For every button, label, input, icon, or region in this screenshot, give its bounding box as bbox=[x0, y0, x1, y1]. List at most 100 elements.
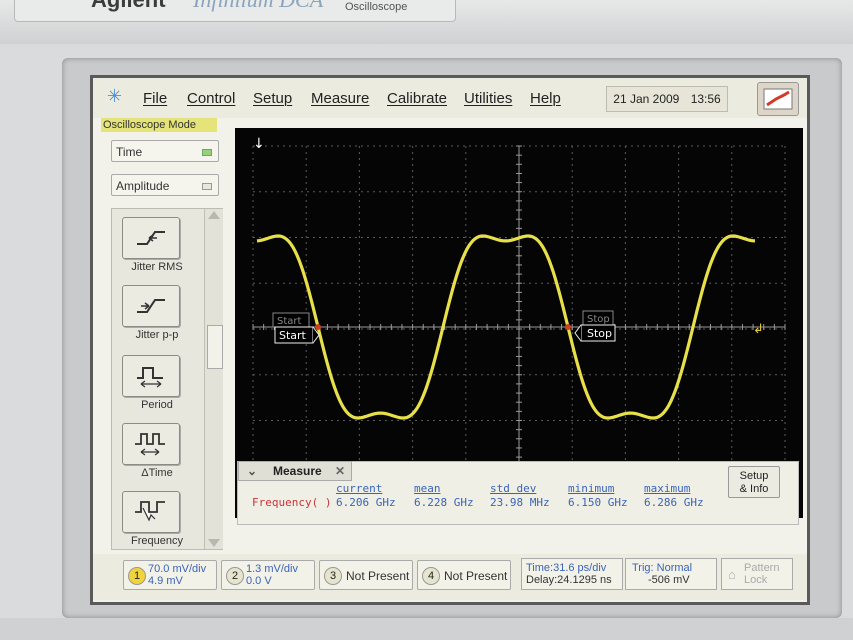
scrollbar-thumb[interactable] bbox=[207, 325, 223, 369]
setup-info-label-2: & Info bbox=[739, 483, 769, 495]
value-maximum: 6.286 GHz bbox=[644, 496, 704, 509]
date-time-display: 21 Jan 2009 13:56 bbox=[606, 86, 728, 112]
channel-2-number: 2 bbox=[226, 567, 244, 585]
timebase-delay: Delay:24.1295 ns bbox=[526, 574, 612, 586]
menu-help[interactable]: Help bbox=[530, 90, 561, 107]
start-crossing-marker bbox=[315, 324, 321, 330]
amplitude-dropdown-label: Amplitude bbox=[116, 179, 170, 193]
period-icon bbox=[137, 367, 163, 388]
frequency-icon bbox=[135, 501, 165, 522]
channel-3-number: 3 bbox=[324, 567, 342, 585]
menu-calibrate[interactable]: Calibrate bbox=[387, 90, 447, 107]
scroll-up-arrow-icon[interactable] bbox=[208, 211, 220, 219]
collapse-chevron-icon[interactable]: ⌄ bbox=[247, 462, 257, 480]
period-label: Period bbox=[141, 399, 173, 411]
brand-plate: Agilent Infiniium DCA Oscilloscope bbox=[14, 0, 456, 22]
measure-tab[interactable]: ⌄ Measure ✕ bbox=[238, 461, 352, 481]
channel-1-number: 1 bbox=[128, 567, 146, 585]
menu-measure[interactable]: Measure bbox=[311, 90, 369, 107]
brand-company: Agilent bbox=[91, 0, 166, 13]
value-mean: 6.228 GHz bbox=[414, 496, 474, 509]
header-minimum: minimum bbox=[568, 482, 615, 495]
measurement-name: Frequency( ) bbox=[252, 496, 332, 509]
delta-time-label: ΔTime bbox=[141, 467, 173, 479]
date-text: 21 Jan 2009 bbox=[613, 92, 680, 106]
waveform-view-icon bbox=[763, 88, 793, 110]
header-std-dev: std dev bbox=[490, 482, 537, 495]
brand-model: Infiniium DCA bbox=[193, 0, 323, 13]
time-dropdown[interactable]: Time bbox=[111, 140, 219, 162]
menu-bar: ✳ File Control Setup Measure Calibrate U… bbox=[93, 78, 807, 118]
value-minimum: 6.150 GHz bbox=[568, 496, 628, 509]
measurement-button-panel: Jitter RMS Jitter p-p Period ΔTime Frequ… bbox=[111, 208, 223, 550]
frequency-button[interactable] bbox=[122, 491, 180, 533]
channel-3-button[interactable]: 3 Not Present bbox=[319, 560, 413, 590]
value-current: 6.206 GHz bbox=[336, 496, 396, 509]
header-mean: mean bbox=[414, 482, 441, 495]
channel-2-button[interactable]: 2 1.3 mV/div 0.0 V bbox=[221, 560, 315, 590]
scroll-down-arrow-icon[interactable] bbox=[208, 539, 220, 547]
svg-text:Start: Start bbox=[277, 316, 302, 327]
delta-time-icon bbox=[135, 433, 165, 456]
menu-control[interactable]: Control bbox=[187, 90, 235, 107]
jitter-rms-icon bbox=[137, 231, 165, 245]
svg-text:Stop: Stop bbox=[587, 314, 610, 325]
oscilloscope-mode-label: Oscilloscope Mode bbox=[101, 118, 217, 132]
menu-setup[interactable]: Setup bbox=[253, 90, 292, 107]
channel-2-scale: 1.3 mV/div bbox=[246, 563, 298, 575]
amplitude-dropdown[interactable]: Amplitude bbox=[111, 174, 219, 196]
time-text: 13:56 bbox=[690, 92, 721, 106]
jitter-rms-button[interactable] bbox=[122, 217, 180, 259]
top-arrow-icon: ↓ bbox=[253, 136, 265, 152]
period-button[interactable] bbox=[122, 355, 180, 397]
menu-file[interactable]: File bbox=[143, 90, 167, 107]
brand-subtitle: Oscilloscope bbox=[345, 1, 408, 13]
channel-1-button[interactable]: 1 70.0 mV/div 4.9 mV bbox=[123, 560, 217, 590]
waveform-display[interactable]: ↓ Start Start Stop Stop ↲ bbox=[235, 128, 803, 518]
svg-text:Stop: Stop bbox=[587, 327, 612, 340]
oscilloscope-screen: ✳ File Control Setup Measure Calibrate U… bbox=[90, 75, 810, 605]
jitter-pp-button[interactable] bbox=[122, 285, 180, 327]
waveform-view-button[interactable] bbox=[757, 82, 799, 116]
jitter-pp-label: Jitter p-p bbox=[135, 329, 179, 341]
jitter-rms-label: Jitter RMS bbox=[131, 261, 183, 273]
indicator-led-icon bbox=[202, 183, 212, 190]
svg-text:Start: Start bbox=[279, 329, 307, 342]
channel-1-scale: 70.0 mV/div bbox=[148, 563, 207, 575]
channel-4-button[interactable]: 4 Not Present bbox=[417, 560, 511, 590]
jitter-pp-icon bbox=[137, 299, 165, 313]
trigger-button[interactable]: Trig: Normal -506 mV bbox=[625, 558, 717, 590]
value-std-dev: 23.98 MHz bbox=[490, 496, 550, 509]
start-marker-label: Start Start bbox=[272, 312, 320, 344]
pattern-lock-icon: ⌂ bbox=[728, 567, 736, 582]
frequency-label: Frequency bbox=[131, 535, 183, 547]
indicator-led-icon bbox=[202, 149, 212, 156]
sidebar-scrollbar[interactable] bbox=[204, 209, 223, 549]
channel-1-offset: 4.9 mV bbox=[148, 575, 183, 587]
pattern-lock-button[interactable]: ⌂ Pattern Lock bbox=[721, 558, 793, 590]
setup-info-button[interactable]: Setup & Info bbox=[728, 466, 780, 498]
header-maximum: maximum bbox=[644, 482, 691, 495]
status-bar: 1 70.0 mV/div 4.9 mV 2 1.3 mV/div 0.0 V … bbox=[93, 554, 807, 600]
measure-results-panel: ⌄ Measure ✕ current mean std dev minimum… bbox=[237, 461, 799, 525]
instrument-bottom-bezel bbox=[0, 618, 853, 640]
stop-marker-label: Stop Stop bbox=[574, 310, 616, 342]
trigger-level: -506 mV bbox=[648, 574, 690, 586]
stop-crossing-marker bbox=[565, 324, 571, 330]
menu-utilities[interactable]: Utilities bbox=[464, 90, 512, 107]
delta-time-button[interactable] bbox=[122, 423, 180, 465]
header-current: current bbox=[336, 482, 383, 495]
channel-2-offset: 0.0 V bbox=[246, 575, 272, 587]
close-icon[interactable]: ✕ bbox=[335, 462, 345, 480]
measurement-sidebar: Time Amplitude Jitter RMS Jitter p-p Per… bbox=[101, 134, 223, 554]
channel-4-status: Not Present bbox=[444, 569, 508, 583]
waveform-graticule: ↓ Start Start Stop Stop ↲ bbox=[252, 136, 786, 513]
timebase-button[interactable]: Time:31.6 ps/div Delay:24.1295 ns bbox=[521, 558, 623, 590]
pattern-lock-label-2: Lock bbox=[744, 574, 768, 586]
timebase-scale: Time:31.6 ps/div bbox=[526, 562, 607, 574]
time-dropdown-label: Time bbox=[116, 145, 143, 159]
measure-tab-label: Measure bbox=[273, 464, 322, 478]
channel-4-number: 4 bbox=[422, 567, 440, 585]
trigger-level-arrow-icon: ↲ bbox=[753, 322, 764, 337]
starburst-icon: ✳ bbox=[107, 86, 123, 107]
